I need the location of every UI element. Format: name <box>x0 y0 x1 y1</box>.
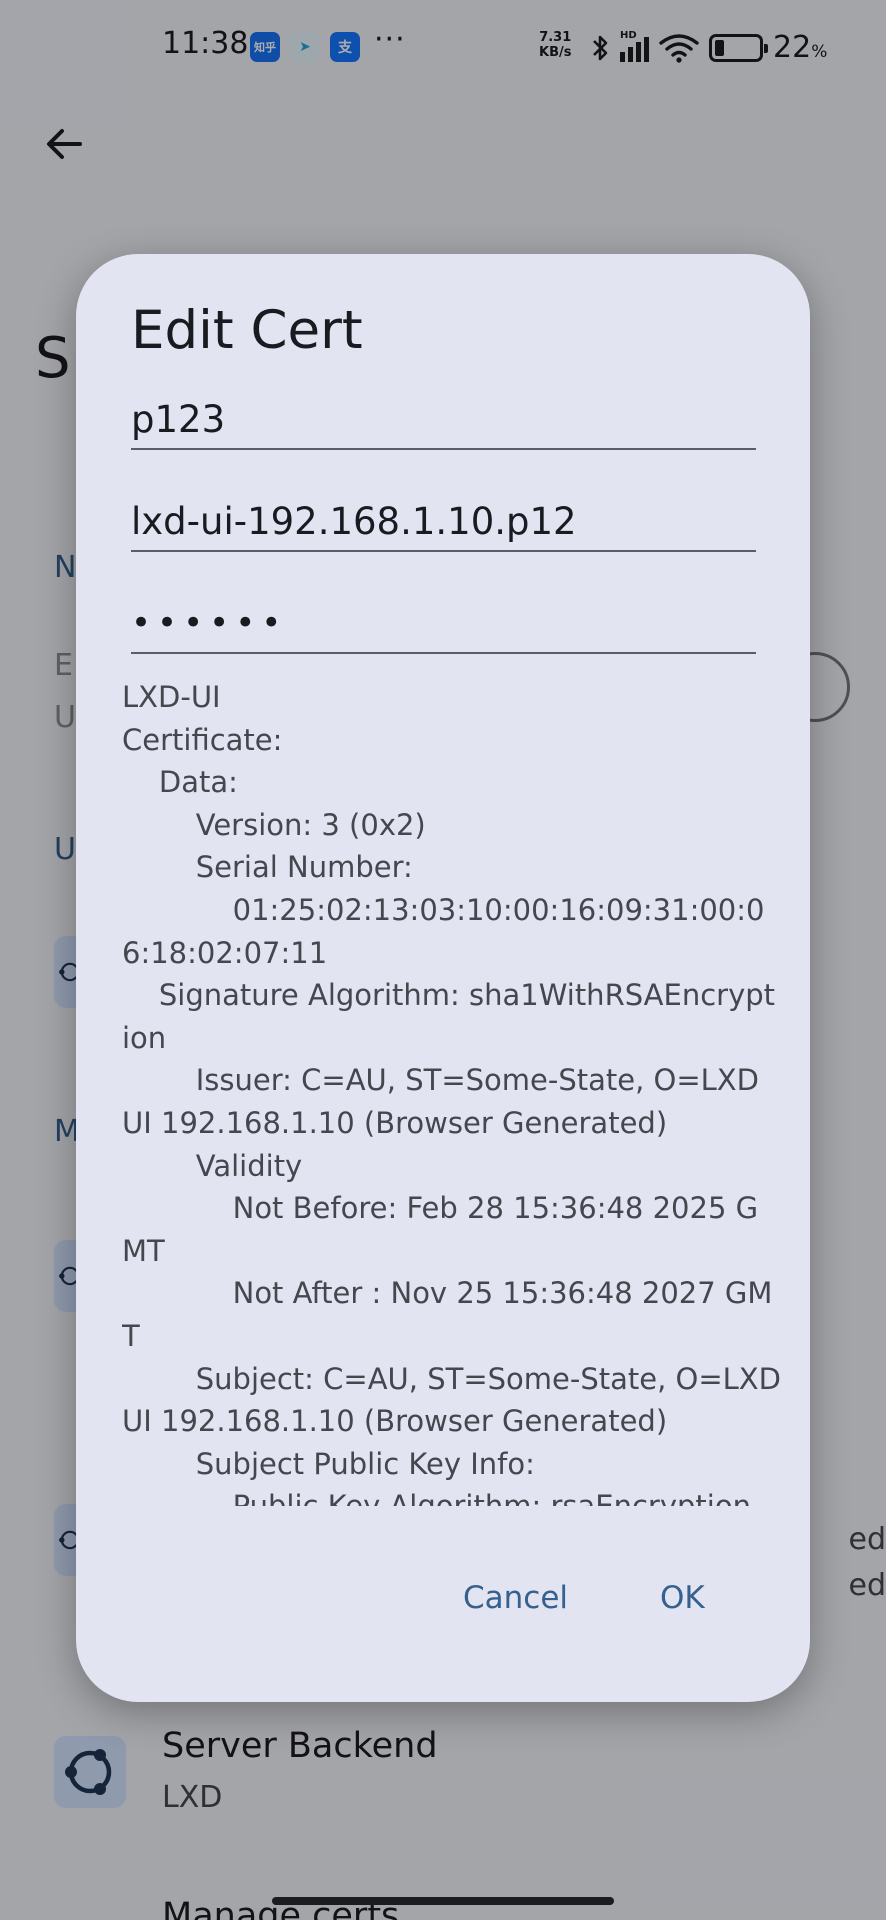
gesture-navigation-bar[interactable] <box>272 1897 614 1905</box>
cert-file-input[interactable] <box>131 492 756 550</box>
cert-file-field[interactable] <box>131 492 756 552</box>
cancel-button[interactable]: Cancel <box>451 1572 580 1624</box>
edit-cert-dialog: Edit Cert LXD-UI Certificate: Data: Vers… <box>76 254 810 1702</box>
cert-name-field[interactable] <box>131 390 756 450</box>
certificate-details[interactable]: LXD-UI Certificate: Data: Version: 3 (0x… <box>122 676 782 1506</box>
dialog-title: Edit Cert <box>131 300 363 361</box>
cert-password-field[interactable] <box>131 594 756 654</box>
dialog-actions: Cancel OK <box>76 1572 810 1636</box>
ok-button[interactable]: OK <box>648 1572 717 1624</box>
cert-password-input[interactable] <box>131 594 756 652</box>
cert-name-input[interactable] <box>131 390 756 448</box>
